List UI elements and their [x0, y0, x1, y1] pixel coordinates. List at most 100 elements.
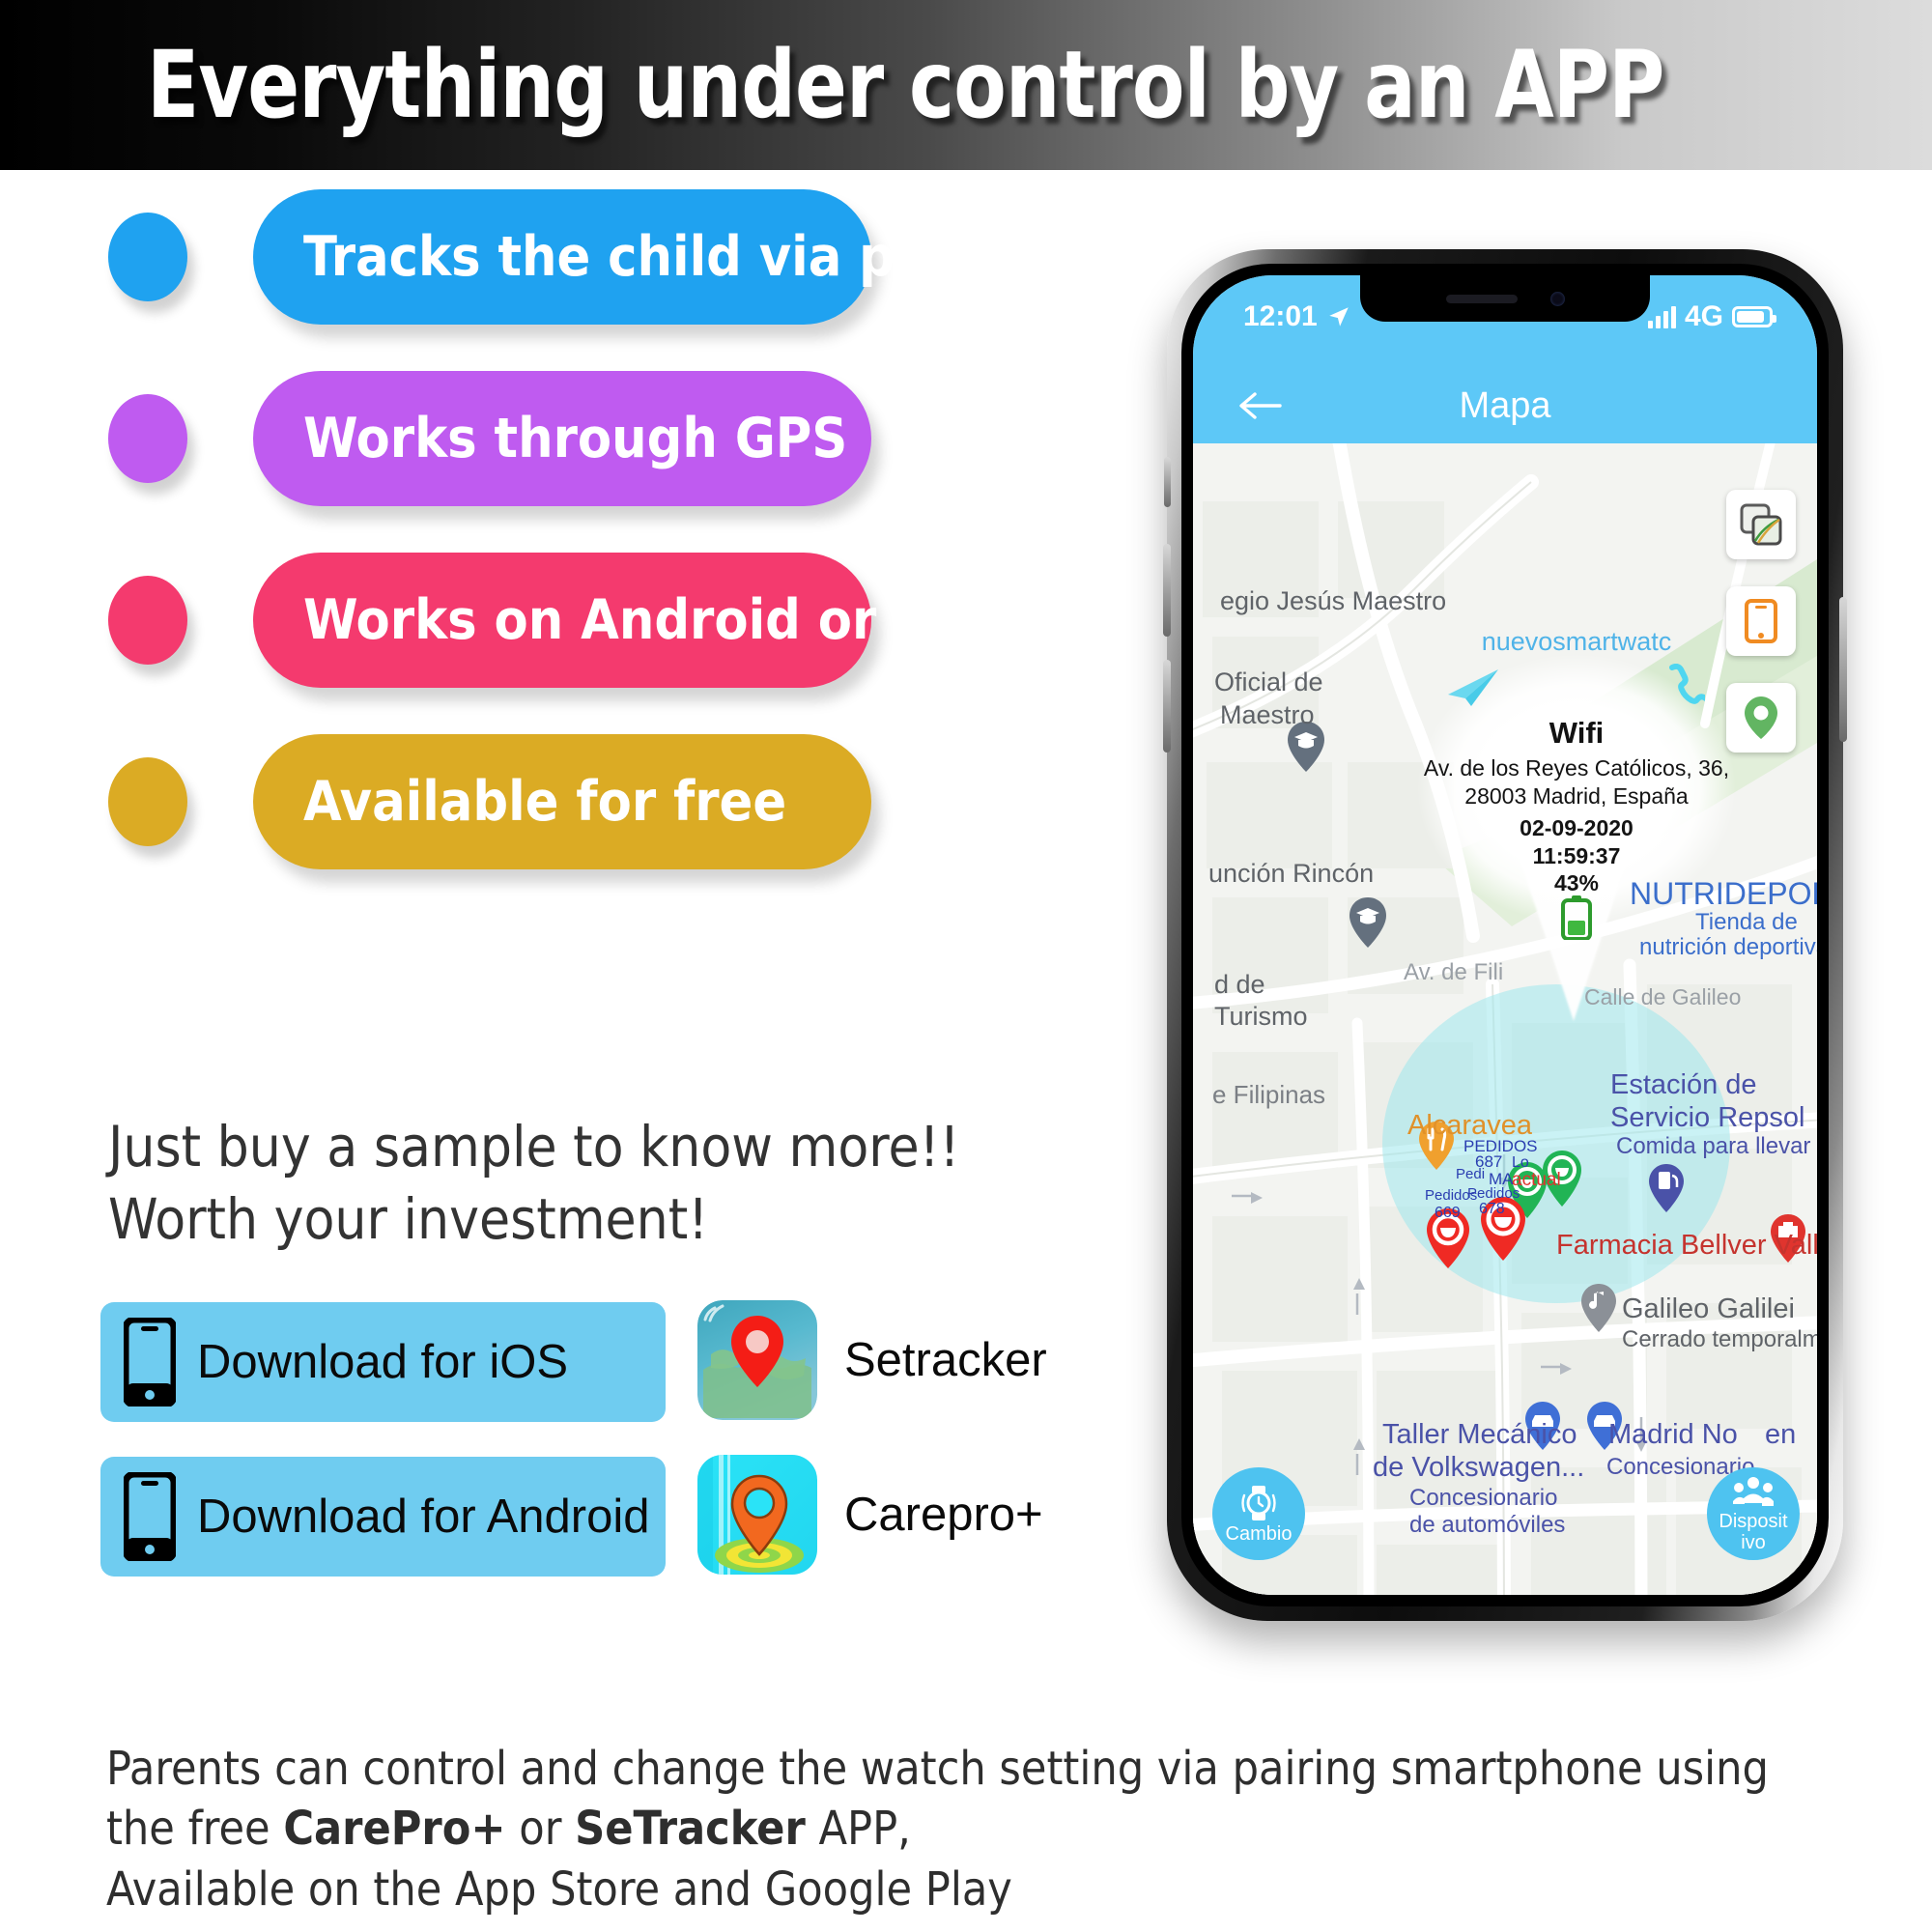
layers-icon — [1740, 503, 1782, 546]
location-arrow-icon — [1328, 307, 1349, 327]
map-label: Av. de Fili — [1404, 959, 1504, 985]
feature-pill-label: Works on Android or iOS — [303, 588, 989, 652]
feature-row: Tracks the child via phone — [0, 189, 1033, 371]
paper-plane-icon[interactable] — [1446, 668, 1500, 712]
map-label: Madrid No — [1608, 1419, 1738, 1450]
map-label: d de — [1214, 970, 1265, 999]
footer-line-2: the free CarePro+ or SeTracker APP, — [106, 1799, 1874, 1859]
download-ios-label: Download for iOS — [197, 1336, 569, 1388]
footer-line-2-e: APP, — [805, 1802, 911, 1857]
smartphone-icon — [124, 1318, 176, 1406]
map-label: Turismo — [1214, 1002, 1308, 1031]
smartphone-icon — [124, 1472, 176, 1561]
cta-line-2: Worth your investment! — [108, 1185, 709, 1252]
app-carepro-row[interactable]: Carepro+ — [697, 1455, 1043, 1575]
balloon-time: 11:59:37 — [1532, 842, 1621, 868]
map-label: Comida para llevar — [1616, 1133, 1811, 1159]
school-pin-icon[interactable] — [1348, 895, 1388, 950]
carepro-app-label: Carepro+ — [844, 1489, 1043, 1541]
fab-dispositivo-label-1: Disposit — [1719, 1510, 1788, 1532]
feature-pill-label: Tracks the child via phone — [303, 225, 1033, 289]
feature-row: Works on Android or iOS — [0, 553, 988, 734]
map-label: de automóviles — [1409, 1512, 1566, 1538]
gas-station-pin-icon[interactable] — [1647, 1162, 1686, 1214]
footer-line-1: Parents can control and change the watch… — [106, 1742, 1769, 1796]
footer-app-setracker: SeTracker — [575, 1802, 806, 1857]
feature-list: Tracks the child via phone Works through… — [0, 189, 1033, 916]
map-label: Estación de — [1610, 1069, 1757, 1100]
poster-root: Everything under control by an APP Track… — [0, 0, 1932, 1932]
front-camera-icon — [1549, 291, 1565, 306]
feature-row: Works through GPS — [0, 371, 927, 553]
map-label: e Filipinas — [1212, 1080, 1326, 1109]
footer-app-carepro: CarePro+ — [283, 1802, 506, 1857]
map-pin-green-icon — [1745, 696, 1777, 739]
battery-green-icon — [1561, 895, 1592, 940]
download-android-button[interactable]: Download for Android — [100, 1457, 666, 1577]
battery-icon — [1732, 306, 1776, 327]
app-setracker-row[interactable]: Setracker — [697, 1300, 1047, 1420]
map-layers-button[interactable] — [1726, 490, 1796, 559]
feature-pill-label: Works through GPS — [303, 407, 848, 470]
phone-mockup: 12:01 4G Mapa nuevosmartwatc Wifi Av. de… — [1163, 249, 1847, 1621]
feature-pill-android-ios[interactable]: Works on Android or iOS — [253, 553, 988, 688]
map-label: Calle de Galileo — [1584, 984, 1742, 1009]
people-group-icon — [1733, 1476, 1774, 1506]
watch-icon — [1241, 1485, 1276, 1520]
map-label: en — [1765, 1419, 1797, 1450]
balloon-address: Av. de los Reyes Católicos, 36, 28003 Ma… — [1417, 754, 1736, 810]
volume-down-button[interactable] — [1163, 660, 1171, 753]
setracker-app-label: Setracker — [844, 1334, 1047, 1386]
map-label: unción Rincón — [1208, 859, 1375, 888]
fab-dispositivo-button[interactable]: Disposit ivo — [1707, 1467, 1800, 1560]
feature-pill-available-free[interactable]: Available for free — [253, 734, 871, 869]
download-android-label: Download for Android — [197, 1491, 650, 1543]
map-view[interactable]: nuevosmartwatc Wifi Av. de los Reyes Cat… — [1193, 443, 1817, 1595]
network-label: 4G — [1684, 300, 1723, 332]
call-to-action-text: Just buy a sample to know more!! Worth y… — [108, 1113, 978, 1258]
map-label: egio Jesús Maestro — [1220, 586, 1447, 615]
feature-pill-label: Available for free — [303, 770, 787, 834]
device-phone-icon — [1745, 599, 1777, 643]
map-label: de Volkswagen... — [1373, 1452, 1585, 1483]
phone-call-icon[interactable] — [1664, 664, 1705, 706]
bullet-dot-icon — [108, 757, 187, 846]
map-label: Farmacia Bellver Valls — [1556, 1230, 1817, 1261]
map-label: 678 — [1479, 1201, 1505, 1217]
map-label: Concesionario — [1409, 1485, 1558, 1511]
map-label: Pedidos — [1425, 1187, 1478, 1204]
map-label: Pedi — [1456, 1166, 1486, 1182]
balloon-date: 02-09-2020 — [1520, 815, 1634, 840]
phone-bezel: 12:01 4G Mapa nuevosmartwatc Wifi Av. de… — [1181, 264, 1829, 1606]
map-label: Maestro — [1220, 700, 1315, 729]
feature-pill-works-gps[interactable]: Works through GPS — [253, 371, 871, 506]
footer-line-2-a: the free — [106, 1802, 284, 1857]
fab-cambio-button[interactable]: Cambio — [1212, 1467, 1305, 1560]
fab-cambio-label: Cambio — [1225, 1522, 1293, 1545]
download-ios-button[interactable]: Download for iOS — [100, 1302, 666, 1422]
fab-dispositivo-label-2: ivo — [1741, 1532, 1766, 1553]
map-label: NUTRIDEPORTES — [1630, 876, 1817, 911]
setracker-app-icon — [697, 1300, 817, 1420]
map-label: Cerrado temporalmente — [1622, 1326, 1817, 1352]
power-button[interactable] — [1839, 597, 1847, 742]
map-device-button[interactable] — [1726, 586, 1796, 656]
app-bar-title: Mapa — [1459, 384, 1551, 426]
feature-pill-tracks-child[interactable]: Tracks the child via phone — [253, 189, 1033, 325]
feature-row: Available for free — [0, 734, 927, 916]
header-banner: Everything under control by an APP — [0, 0, 1932, 170]
balloon-address-line1: Av. de los Reyes Católicos, 36, — [1423, 755, 1730, 781]
map-label: Taller Mecánico — [1382, 1419, 1577, 1450]
carepro-app-icon — [697, 1455, 817, 1575]
footer-paragraph: Parents can control and change the watch… — [106, 1739, 1874, 1919]
map-pin-button[interactable] — [1726, 683, 1796, 753]
signal-bars-icon — [1647, 305, 1676, 328]
volume-up-button[interactable] — [1163, 544, 1171, 637]
bullet-dot-icon — [108, 394, 187, 483]
music-pin-icon[interactable] — [1579, 1282, 1618, 1334]
map-label: 669 — [1435, 1205, 1461, 1221]
phone-notch — [1360, 275, 1650, 322]
map-label: Servicio Repsol — [1610, 1102, 1805, 1133]
silent-switch[interactable] — [1164, 457, 1171, 507]
earpiece-speaker — [1445, 294, 1518, 303]
